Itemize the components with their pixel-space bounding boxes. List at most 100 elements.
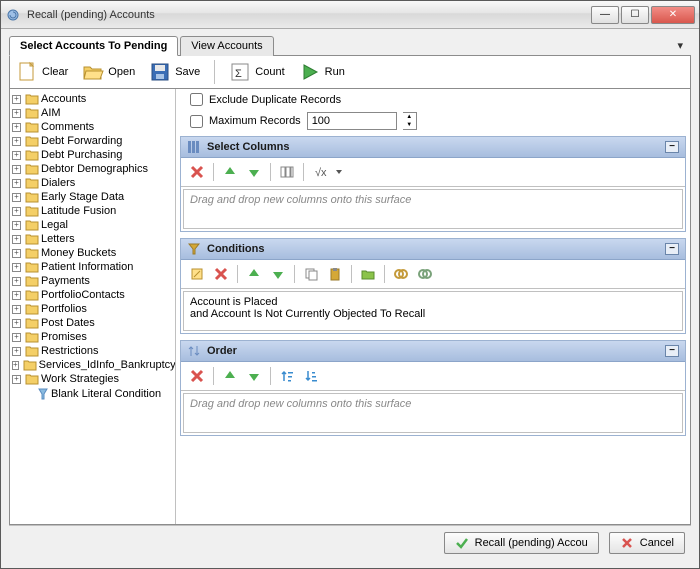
folder-icon (25, 205, 39, 217)
exclude-duplicates-checkbox[interactable] (190, 93, 203, 106)
expand-icon[interactable]: + (12, 137, 21, 146)
expand-icon[interactable]: + (12, 319, 21, 328)
delete-button[interactable] (187, 162, 207, 182)
tree-item[interactable]: +Accounts (12, 92, 173, 106)
expand-icon[interactable]: + (12, 123, 21, 132)
tab-select-accounts[interactable]: Select Accounts To Pending (9, 36, 178, 56)
order-body[interactable]: Drag and drop new columns onto this surf… (183, 393, 683, 433)
tree-item-label: Debt Purchasing (41, 149, 122, 161)
sort-desc-button[interactable] (301, 366, 321, 386)
expand-icon[interactable]: + (12, 291, 21, 300)
tree-item[interactable]: +Promises (12, 330, 173, 344)
max-records-spinner[interactable]: ▲ ▼ (403, 112, 417, 130)
expand-icon[interactable]: + (12, 235, 21, 244)
tree-item[interactable]: +Patient Information (12, 260, 173, 274)
expand-icon[interactable]: + (12, 109, 21, 118)
tree-item[interactable]: +Debt Forwarding (12, 134, 173, 148)
tab-view-accounts[interactable]: View Accounts (180, 36, 273, 56)
tree-item[interactable]: +Dialers (12, 176, 173, 190)
move-up-button[interactable] (244, 264, 264, 284)
toolbar-separator (214, 60, 215, 84)
main-toolbar: Clear Open Save Σ Count (9, 55, 691, 89)
tree-item[interactable]: +PortfolioContacts (12, 288, 173, 302)
run-button[interactable]: Run (299, 61, 345, 83)
tree-item-label: AIM (41, 107, 61, 119)
delete-button[interactable] (211, 264, 231, 284)
expand-icon[interactable]: + (12, 375, 21, 384)
select-columns-header: Select Columns − (181, 137, 685, 158)
expand-icon[interactable]: + (12, 249, 21, 258)
move-up-button[interactable] (220, 366, 240, 386)
close-button[interactable]: ✕ (651, 6, 695, 24)
expand-icon[interactable]: + (12, 263, 21, 272)
columns-config-button[interactable] (277, 162, 297, 182)
folder-icon (25, 331, 39, 343)
select-columns-collapse[interactable]: − (665, 141, 679, 153)
separator (213, 163, 214, 181)
select-columns-body[interactable]: Drag and drop new columns onto this surf… (183, 189, 683, 229)
paste-button[interactable] (325, 264, 345, 284)
count-button[interactable]: Σ Count (229, 61, 284, 83)
max-records-checkbox[interactable] (190, 115, 203, 128)
tree-item[interactable]: +Services_IdInfo_Bankruptcy (12, 358, 173, 372)
minimize-button[interactable]: — (591, 6, 619, 24)
move-down-button[interactable] (268, 264, 288, 284)
move-down-button[interactable] (244, 366, 264, 386)
group-or-button[interactable] (415, 264, 435, 284)
expand-icon[interactable]: + (12, 221, 21, 230)
expand-icon[interactable]: + (12, 95, 21, 104)
spinner-up[interactable]: ▲ (403, 113, 416, 121)
tree-item[interactable]: +Restrictions (12, 344, 173, 358)
move-down-button[interactable] (244, 162, 264, 182)
tree-item[interactable]: + AIM (12, 106, 173, 120)
folder-button[interactable] (358, 264, 378, 284)
maximize-button[interactable]: ☐ (621, 6, 649, 24)
condition-line[interactable]: Account is Placed (190, 296, 676, 308)
tree-item[interactable]: + Debt Purchasing (12, 148, 173, 162)
tree-item[interactable]: +Legal (12, 218, 173, 232)
tree-item[interactable]: +Post Dates (12, 316, 173, 330)
conditions-body[interactable]: Account is Placed and Account Is Not Cur… (183, 291, 683, 331)
edit-button[interactable] (187, 264, 207, 284)
tree-item-label: Comments (41, 121, 94, 133)
expand-icon[interactable]: + (12, 347, 21, 356)
tree-leaf-item[interactable]: Blank Literal Condition (12, 386, 173, 402)
save-button[interactable]: Save (149, 61, 200, 83)
tree-item[interactable]: +Portfolios (12, 302, 173, 316)
tree-item[interactable]: + Comments (12, 120, 173, 134)
spinner-down[interactable]: ▼ (403, 121, 416, 129)
move-up-button[interactable] (220, 162, 240, 182)
clear-button[interactable]: Clear (16, 61, 68, 83)
sort-asc-button[interactable] (277, 366, 297, 386)
expand-icon[interactable]: + (12, 277, 21, 286)
tree-item[interactable]: +Latitude Fusion (12, 204, 173, 218)
formula-dropdown[interactable] (334, 162, 344, 182)
tree-item[interactable]: +Payments (12, 274, 173, 288)
tab-overflow[interactable]: ▾ (669, 36, 691, 56)
expand-icon[interactable]: + (12, 207, 21, 216)
order-collapse[interactable]: − (665, 345, 679, 357)
formula-button[interactable]: √x (310, 162, 330, 182)
expand-icon[interactable]: + (12, 305, 21, 314)
tree-item[interactable]: +Debtor Demographics (12, 162, 173, 176)
expand-icon[interactable]: + (12, 179, 21, 188)
group-and-button[interactable] (391, 264, 411, 284)
expand-icon[interactable]: + (12, 151, 21, 160)
tree-item[interactable]: +Letters (12, 232, 173, 246)
expand-icon[interactable]: + (12, 193, 21, 202)
open-button[interactable]: Open (82, 61, 135, 83)
expand-icon[interactable]: + (12, 333, 21, 342)
conditions-collapse[interactable]: − (665, 243, 679, 255)
tree-item[interactable]: +Money Buckets (12, 246, 173, 260)
expand-icon[interactable]: + (12, 165, 21, 174)
copy-button[interactable] (301, 264, 321, 284)
select-columns-placeholder: Drag and drop new columns onto this surf… (190, 194, 411, 206)
max-records-input[interactable]: 100 (307, 112, 397, 130)
cancel-button[interactable]: Cancel (609, 532, 685, 554)
tree-item[interactable]: +Work Strategies (12, 372, 173, 386)
delete-button[interactable] (187, 366, 207, 386)
tree-item[interactable]: +Early Stage Data (12, 190, 173, 204)
condition-line[interactable]: and Account Is Not Currently Objected To… (190, 308, 676, 320)
primary-action-button[interactable]: Recall (pending) Accou (444, 532, 599, 554)
expand-icon[interactable]: + (12, 361, 19, 370)
